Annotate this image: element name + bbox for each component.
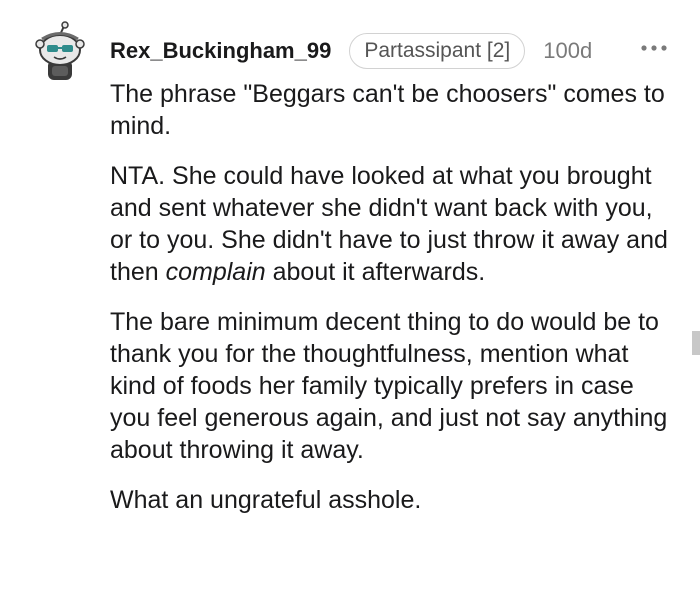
comment-age: 100d (543, 38, 593, 63)
comment-paragraph: What an ungrateful asshole. (110, 486, 422, 514)
comment-body: The phrase "Beggars can't be choosers" c… (110, 78, 670, 534)
comment-paragraph: The phrase "Beggars can't be choosers" c… (110, 80, 665, 140)
comment-header: Rex_Buckingham_99 Partassipant [2] 100d (110, 32, 592, 70)
comment-paragraph: NTA. She could have looked at what you b… (110, 160, 670, 288)
user-flair-badge: Partassipant [2] (349, 33, 526, 69)
scrollbar-thumb[interactable] (692, 331, 700, 355)
snoo-avatar-icon (35, 21, 85, 80)
comment-text: about it afterwards. (265, 258, 486, 286)
more-options-icon[interactable] (638, 38, 670, 58)
avatar[interactable] (30, 20, 90, 84)
comment-emphasis: complain (165, 258, 266, 286)
username-link[interactable]: Rex_Buckingham_99 (110, 38, 331, 64)
comment-paragraph: The bare minimum decent thing to do woul… (110, 308, 668, 464)
